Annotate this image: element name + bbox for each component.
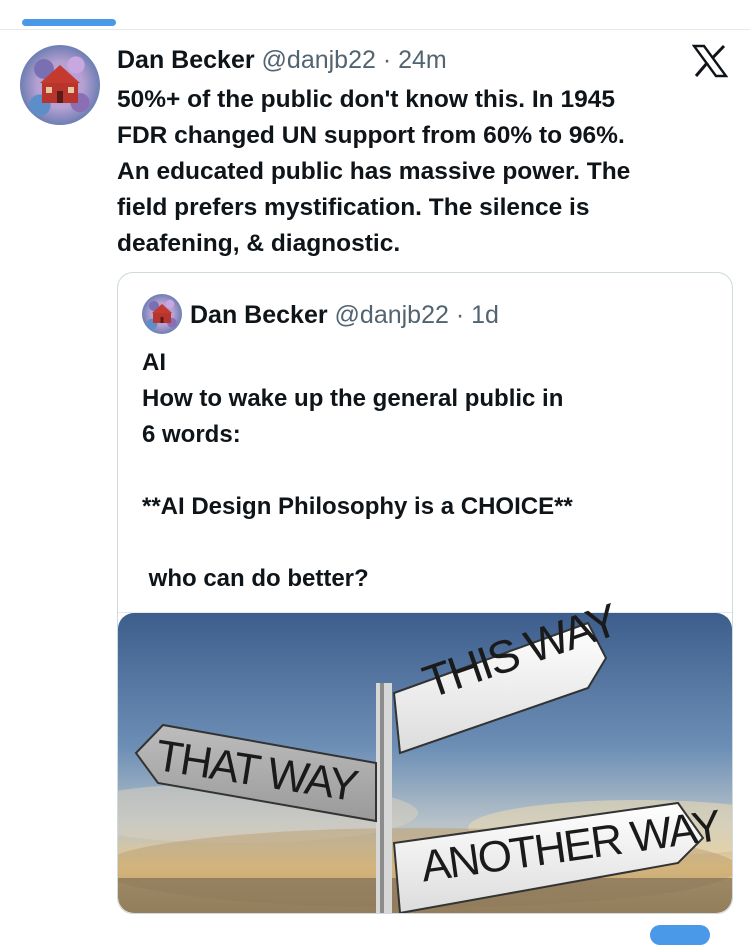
quoted-meta-separator: ·: [455, 301, 465, 329]
quoted-tweet-header: Dan Becker @danjb22 · 1d: [190, 300, 499, 330]
quoted-tweet-card[interactable]: Dan Becker @danjb22 · 1d AI How to wake …: [117, 272, 733, 914]
avatar[interactable]: [20, 45, 100, 125]
tweet-time[interactable]: 24m: [398, 46, 447, 74]
quoted-author-name[interactable]: Dan Becker: [190, 301, 328, 329]
tweet-header: Dan Becker @danjb22 · 24m: [117, 45, 447, 75]
quoted-tweet-text: AI How to wake up the general public in …: [142, 349, 573, 592]
author-name[interactable]: Dan Becker: [117, 46, 255, 74]
quoted-tweet-time[interactable]: 1d: [471, 301, 499, 329]
top-divider: [0, 29, 750, 30]
quoted-author-handle[interactable]: @danjb22: [335, 301, 449, 329]
meta-separator: ·: [382, 46, 392, 74]
compose-button-hint[interactable]: [650, 925, 710, 945]
scroll-indicator: [22, 19, 116, 26]
author-handle[interactable]: @danjb22: [262, 46, 376, 74]
x-logo-icon[interactable]: [692, 44, 728, 78]
avatar-house-icon: [40, 65, 80, 103]
quoted-avatar[interactable]: [142, 294, 182, 334]
avatar-house-icon: [152, 304, 172, 323]
tweet-text: 50%+ of the public don't know this. In 1…: [117, 86, 631, 257]
